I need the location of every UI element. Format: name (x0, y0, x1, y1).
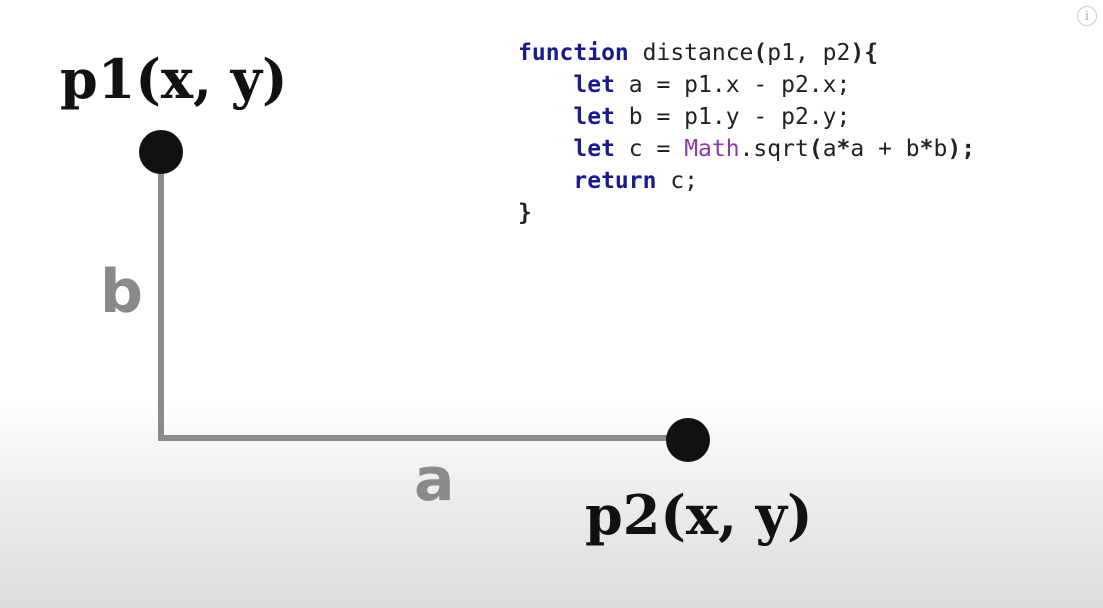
code-line-4: let c = Math.sqrt(a*a + b*b); (573, 136, 976, 162)
p1-dot (139, 130, 183, 174)
code-line-1: function distance(p1, p2){ (518, 40, 879, 66)
p2-dot (666, 418, 710, 462)
code-line-6: } (518, 200, 532, 226)
side-a-label: a (414, 445, 455, 515)
p2-label: p2(x, y) (585, 483, 813, 547)
side-b-label: b (100, 257, 143, 327)
info-icon[interactable]: i (1077, 6, 1097, 26)
code-block: function distance(p1, p2){ let a = p1.x … (518, 37, 975, 229)
code-line-2: let a = p1.x - p2.x; (573, 72, 851, 98)
code-line-3: let b = p1.y - p2.y; (573, 104, 851, 130)
code-line-5: return c; (573, 168, 699, 194)
p1-label: p1(x, y) (60, 47, 288, 111)
